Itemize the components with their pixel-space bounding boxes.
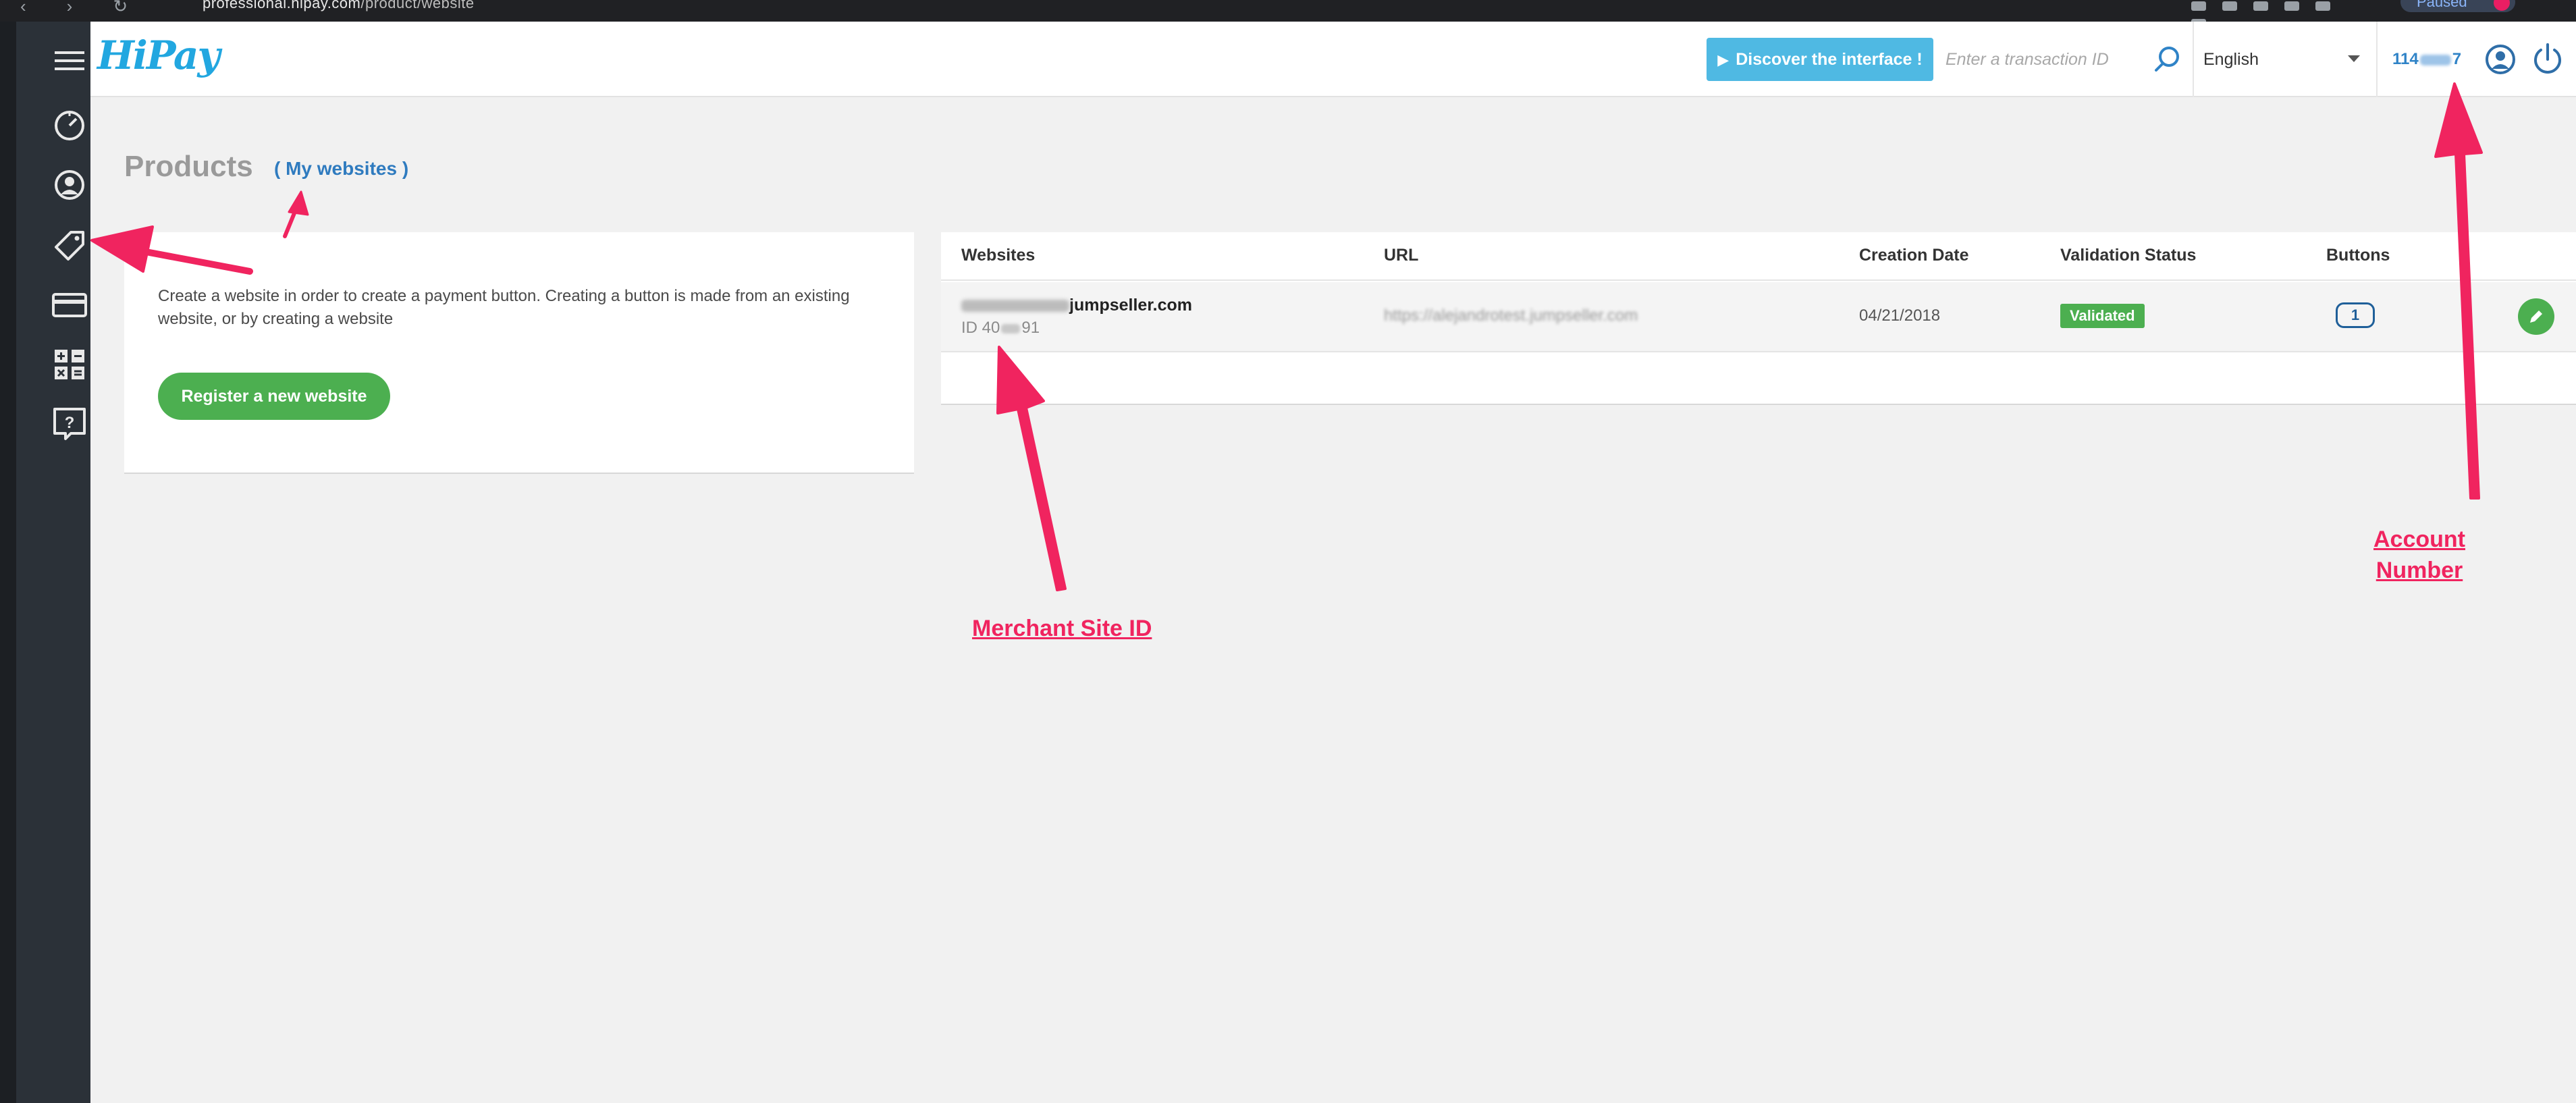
top-header: HiPay ▶Discover the interface ! English … — [90, 22, 2576, 97]
column-header-validation-status: Validation Status — [2060, 246, 2197, 265]
calculator-icon — [55, 350, 84, 379]
address-bar[interactable]: professional.hipay.com/product/website — [203, 0, 475, 12]
discover-label: Discover the interface ! — [1736, 50, 1923, 69]
create-website-description: Create a website in order to create a pa… — [158, 287, 850, 328]
website-name[interactable]: jumpseller.com — [961, 296, 1192, 315]
annotation-account-number: Account Number — [2373, 527, 2465, 583]
hamburger-menu-icon — [55, 51, 84, 70]
search-icon — [2155, 47, 2179, 72]
sidebar-item-finance[interactable] — [32, 336, 107, 393]
profile-paused-button[interactable]: Paused — [2400, 0, 2515, 12]
extension-icons[interactable] — [2191, 0, 2353, 28]
column-header-url: URL — [1384, 246, 1419, 265]
edit-website-button[interactable] — [2518, 298, 2554, 335]
url-host: professional.hipay.com — [203, 0, 361, 11]
credit-card-icon — [52, 293, 87, 317]
redacted-blur — [2419, 54, 2451, 65]
tag-icon — [55, 231, 84, 261]
account-number-prefix: 114 — [2392, 50, 2419, 68]
pencil-icon — [2530, 311, 2542, 323]
help-icon: ? — [53, 408, 86, 440]
column-header-websites: Websites — [961, 246, 1036, 265]
website-url[interactable]: https://alejandrotest.jumpseller.com — [1384, 306, 1638, 325]
language-select[interactable]: English — [2193, 22, 2378, 97]
account-number-suffix: 7 — [2452, 50, 2462, 68]
redacted-blur — [1001, 323, 1021, 333]
sidebar-item-dashboard[interactable] — [32, 97, 107, 154]
buttons-count-badge[interactable]: 1 — [2336, 302, 2375, 328]
sidebar-item-products[interactable] — [32, 217, 107, 274]
play-icon: ▶ — [1717, 51, 1729, 68]
status-badge: Validated — [2060, 304, 2145, 328]
create-website-card: Create a website in order to create a pa… — [124, 232, 914, 474]
my-websites-link[interactable]: ( My websites ) — [274, 158, 408, 180]
account-number[interactable]: 114 7 — [2392, 22, 2461, 97]
transaction-search-input[interactable] — [1946, 38, 2148, 81]
hipay-logo[interactable]: HiPay — [97, 32, 220, 78]
annotation-merchant-site-id: Merchant Site ID — [972, 616, 1152, 641]
page-title: Products — [124, 150, 253, 183]
website-name-text: jumpseller.com — [1069, 296, 1193, 315]
table-row[interactable]: jumpseller.com ID 40 91 https://alejandro… — [941, 282, 2576, 352]
profile-avatar — [2494, 0, 2510, 11]
register-new-website-button[interactable]: Register a new website — [158, 373, 390, 420]
svg-text:?: ? — [65, 414, 75, 432]
chevron-down-icon — [2348, 55, 2360, 62]
browser-nav-icons[interactable]: ‹›↻ — [20, 0, 168, 17]
annotation-arrow-mywebsites-head — [288, 190, 309, 216]
websites-table: Websites URL Creation Date Validation St… — [941, 232, 2576, 405]
column-header-buttons: Buttons — [2326, 246, 2390, 265]
site-id-suffix: 91 — [1021, 319, 1040, 337]
creation-date: 04/21/2018 — [1859, 306, 1941, 325]
column-header-creation-date: Creation Date — [1859, 246, 1969, 265]
discover-interface-button[interactable]: ▶ Discover the interface ! — [1707, 38, 1933, 81]
url-path: /product/website — [360, 0, 475, 11]
browser-toolbar: ‹›↻ professional.hipay.com/product/websi… — [0, 0, 2576, 28]
sidebar-item-help[interactable]: ? — [32, 396, 107, 452]
dashboard-icon — [55, 111, 84, 140]
merchant-site-id: ID 40 91 — [961, 319, 1040, 338]
language-value: English — [2203, 50, 2259, 69]
sidebar-item-payments[interactable] — [32, 277, 107, 333]
user-profile-icon[interactable] — [2481, 41, 2519, 78]
redacted-blur — [961, 300, 1069, 313]
sidebar: ? — [0, 22, 90, 1103]
search-button[interactable] — [2143, 38, 2191, 81]
table-header: Websites URL Creation Date Validation St… — [941, 232, 2576, 281]
sidebar-item-account[interactable] — [32, 157, 107, 213]
logout-power-icon[interactable] — [2529, 41, 2567, 78]
site-id-prefix: ID 40 — [961, 319, 1000, 337]
paused-label: Paused — [2417, 0, 2467, 10]
user-icon — [55, 170, 84, 200]
